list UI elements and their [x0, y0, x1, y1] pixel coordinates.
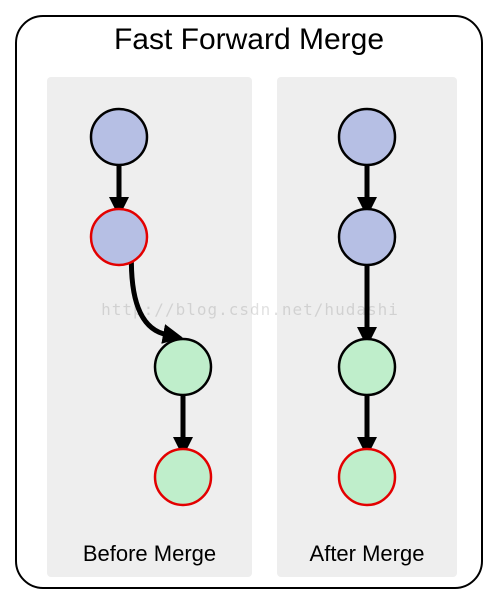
after-merge-caption: After Merge	[277, 541, 457, 567]
commit-node	[91, 209, 147, 265]
commit-node	[339, 449, 395, 505]
before-merge-graph	[47, 77, 252, 577]
commit-node	[339, 209, 395, 265]
after-merge-panel: After Merge	[277, 77, 457, 577]
commit-node	[91, 109, 147, 165]
edge	[131, 262, 167, 335]
commit-node	[155, 339, 211, 395]
commit-node	[339, 109, 395, 165]
commit-node	[339, 339, 395, 395]
after-merge-graph	[277, 77, 457, 577]
commit-node	[155, 449, 211, 505]
before-merge-caption: Before Merge	[47, 541, 252, 567]
diagram-frame: Fast Forward Merge Before Merge After Me…	[15, 15, 483, 589]
diagram-title: Fast Forward Merge	[17, 23, 481, 57]
before-merge-panel: Before Merge	[47, 77, 252, 577]
